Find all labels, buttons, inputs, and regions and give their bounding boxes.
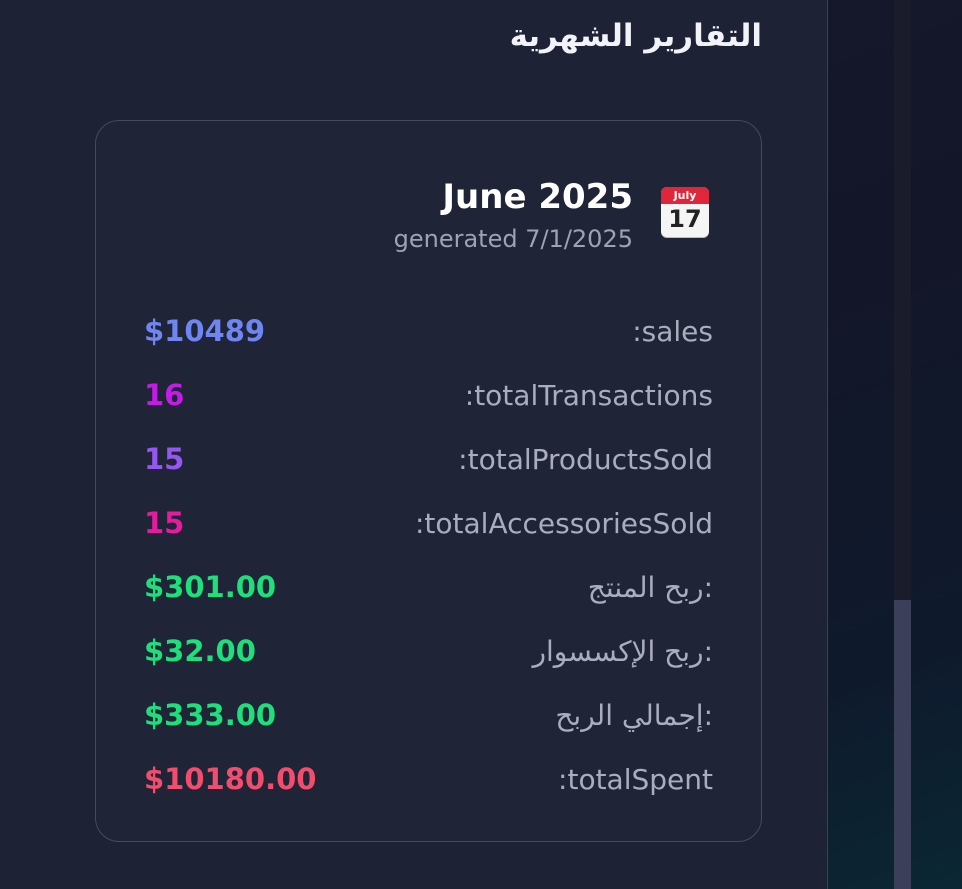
stat-label: :totalSpent xyxy=(558,762,713,796)
stat-row-product-profit: $301.00 ربح المنتج: xyxy=(144,555,713,619)
report-title: June 2025 xyxy=(442,177,633,217)
stat-value: $301.00 xyxy=(144,570,277,604)
calendar-icon-day: 17 xyxy=(668,205,702,233)
calendar-icon-month: July xyxy=(661,187,709,204)
stat-label: :sales xyxy=(632,314,713,348)
stat-value: $10489 xyxy=(144,314,266,348)
scrollbar-thumb[interactable] xyxy=(894,600,911,889)
stat-row-total-products-sold: 15 :totalProductsSold xyxy=(144,427,713,491)
stat-value: 15 xyxy=(144,506,185,540)
scrollbar[interactable] xyxy=(894,0,911,889)
monthly-report-card[interactable]: June 2025 generated 7/1/2025 July 17 $10… xyxy=(95,120,762,842)
report-header: June 2025 generated 7/1/2025 July 17 xyxy=(394,177,709,253)
stat-value: 15 xyxy=(144,442,185,476)
stat-label: إجمالي الربح: xyxy=(555,698,713,732)
report-stats: $10489 :sales 16 :totalTransactions 15 :… xyxy=(144,299,713,811)
stat-value: $333.00 xyxy=(144,698,277,732)
stat-label: :totalTransactions xyxy=(464,378,713,412)
stat-row-accessory-profit: $32.00 ربح الإكسسوار: xyxy=(144,619,713,683)
stat-label: :totalAccessoriesSold xyxy=(414,506,713,540)
stat-value: $10180.00 xyxy=(144,762,317,796)
stat-value: $32.00 xyxy=(144,634,256,668)
stat-label: :totalProductsSold xyxy=(458,442,713,476)
stat-value: 16 xyxy=(144,378,185,412)
stat-row-total-transactions: 16 :totalTransactions xyxy=(144,363,713,427)
stat-row-total-spent: $10180.00 :totalSpent xyxy=(144,747,713,811)
report-header-text: June 2025 generated 7/1/2025 xyxy=(394,177,633,253)
stat-row-total-accessories-sold: 15 :totalAccessoriesSold xyxy=(144,491,713,555)
calendar-icon: July 17 xyxy=(661,187,709,237)
stat-row-sales: $10489 :sales xyxy=(144,299,713,363)
stat-row-total-profit: $333.00 إجمالي الربح: xyxy=(144,683,713,747)
stat-label: ربح المنتج: xyxy=(587,570,713,604)
report-generated-date: generated 7/1/2025 xyxy=(393,225,633,253)
page-title: التقارير الشهرية xyxy=(509,18,762,54)
stat-label: ربح الإكسسوار: xyxy=(532,634,713,668)
